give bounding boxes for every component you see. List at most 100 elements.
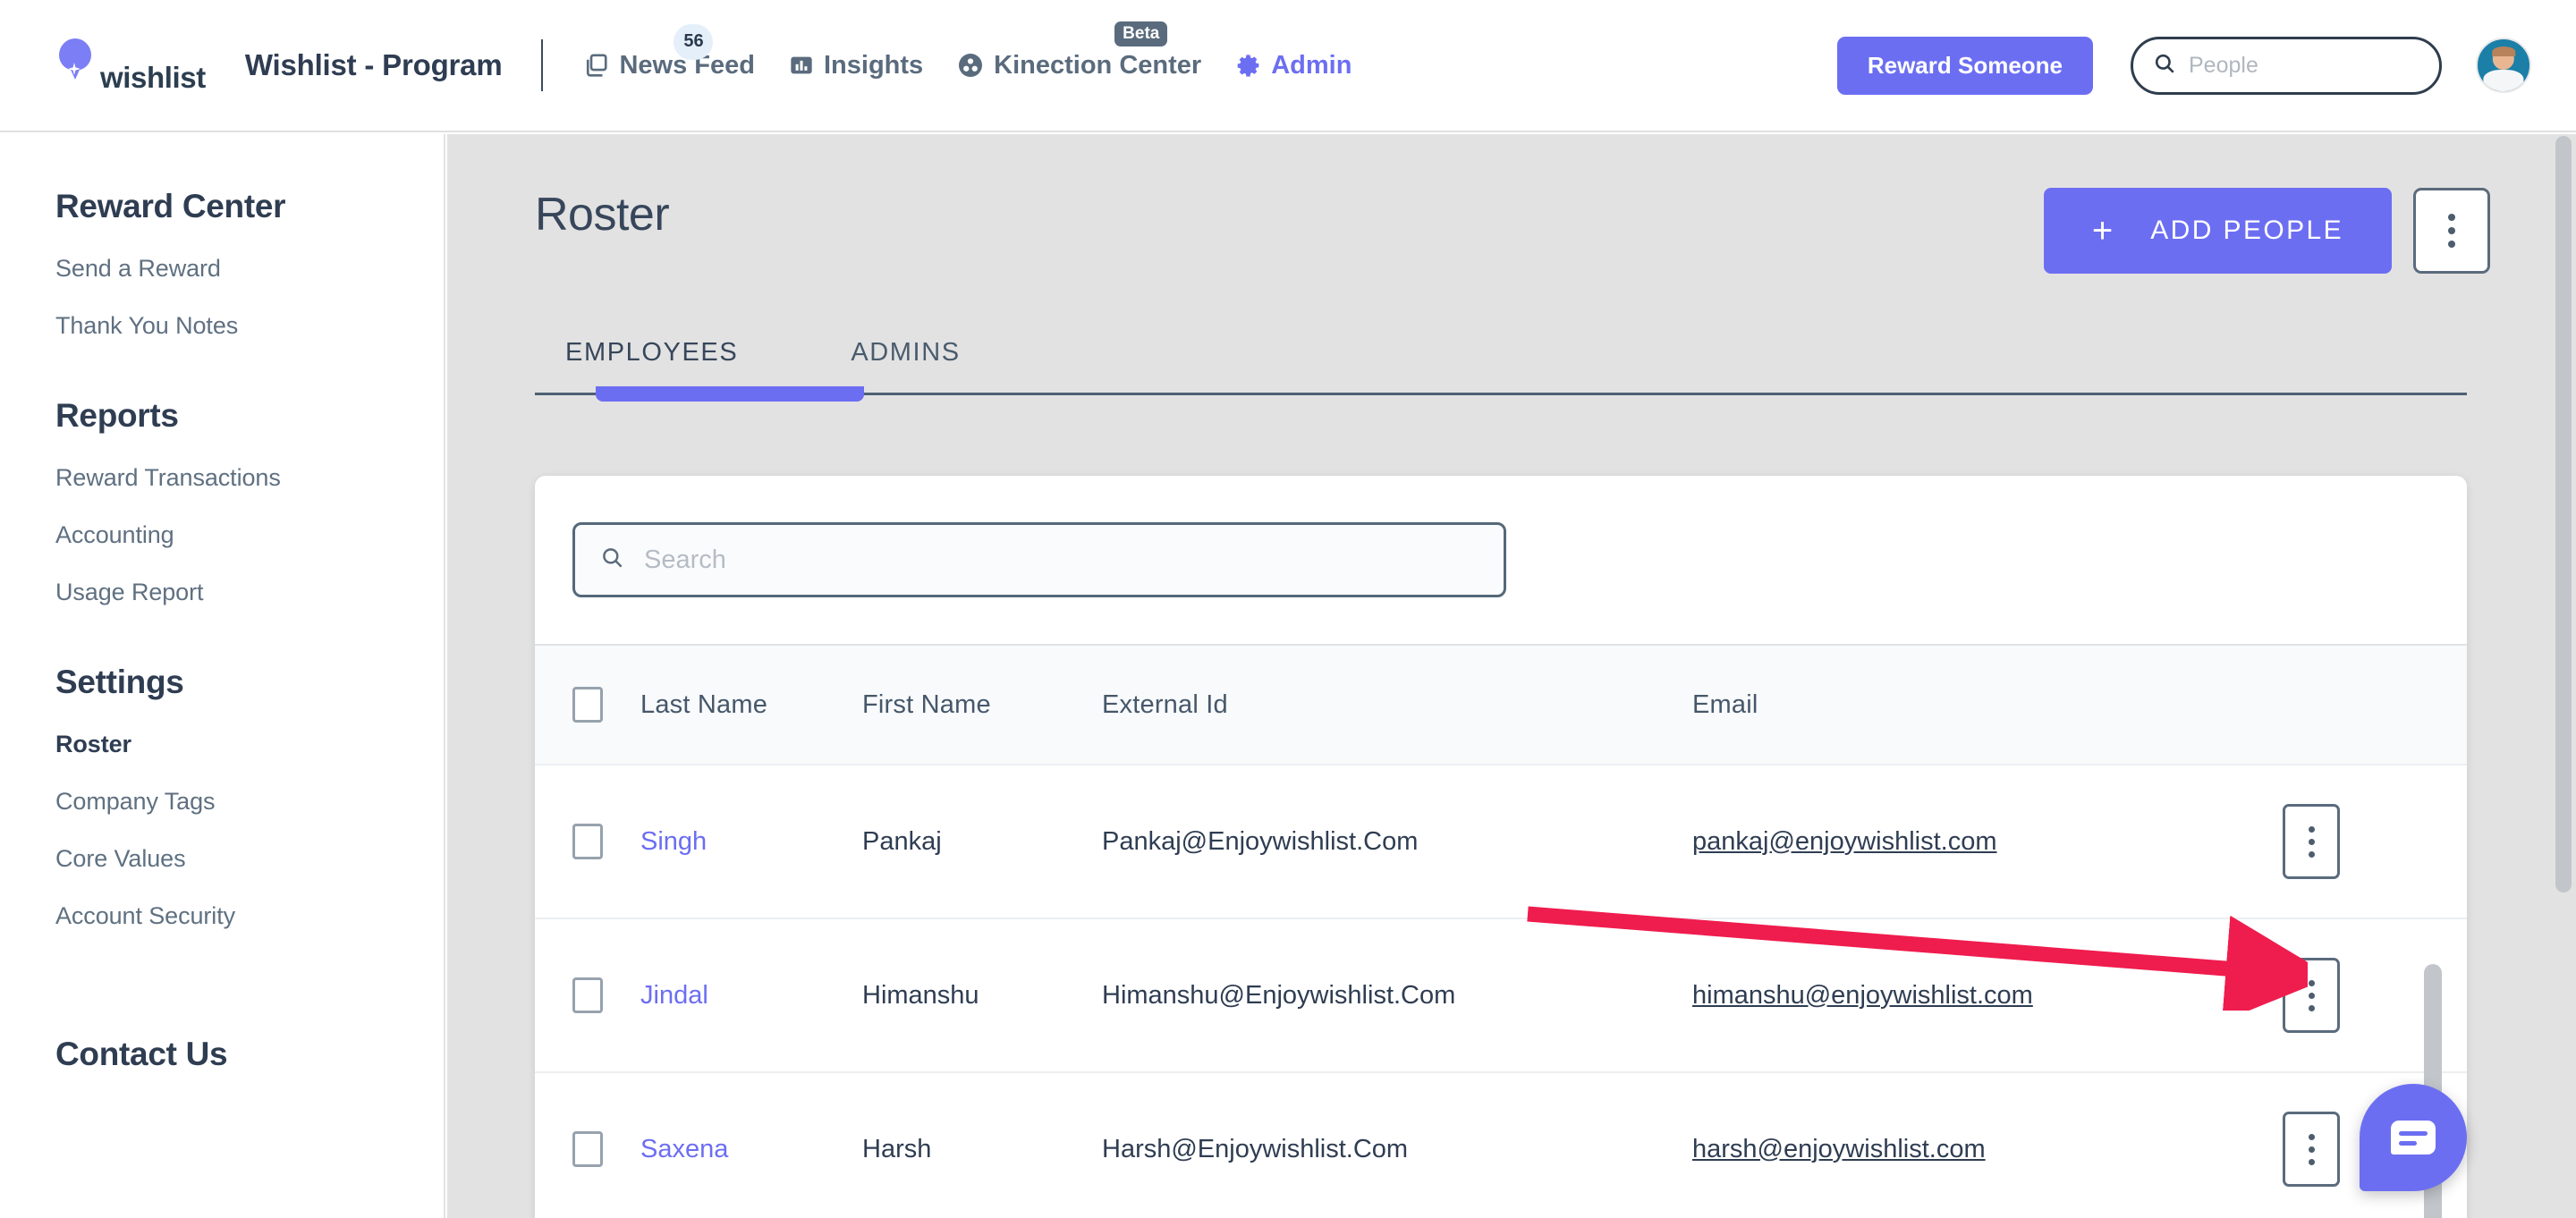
- kebab-dot-icon: [2448, 227, 2455, 234]
- kebab-dot-icon: [2448, 241, 2455, 248]
- chat-bubble-icon: [2391, 1121, 2436, 1155]
- people-circle-icon: [957, 52, 984, 79]
- nav-divider: [541, 39, 544, 91]
- tab-employees[interactable]: EMPLOYEES: [535, 338, 768, 393]
- table-row[interactable]: Saxena Harsh Harsh@Enjoywishlist.Com har…: [535, 1072, 2467, 1218]
- wishlist-logo-icon: [52, 38, 98, 92]
- email-link[interactable]: himanshu@enjoywishlist.com: [1692, 981, 2033, 1010]
- top-navigation-bar: wishlist Wishlist - Program News Feed 56: [0, 0, 2576, 132]
- sidebar-item-send-a-reward[interactable]: Send a Reward: [55, 255, 444, 283]
- nav-item-insights[interactable]: Insights: [789, 51, 923, 80]
- bar-chart-icon: [789, 53, 814, 78]
- row-checkbox[interactable]: [572, 1131, 603, 1167]
- sidebar-item-account-security[interactable]: Account Security: [55, 902, 444, 930]
- roster-search-input[interactable]: [644, 545, 1479, 575]
- copy-stack-icon: [582, 52, 609, 79]
- cell-first-name: Harsh: [862, 1072, 1102, 1218]
- table-header-row: Last Name First Name External Id Email: [535, 644, 2467, 765]
- sidebar-heading-contact-us[interactable]: Contact Us: [55, 1036, 444, 1073]
- row-checkbox[interactable]: [572, 977, 603, 1013]
- kebab-dot-icon: [2308, 838, 2315, 845]
- roster-search-area: [535, 476, 2467, 644]
- kebab-dot-icon: [2308, 825, 2315, 833]
- nav-item-admin[interactable]: Admin: [1235, 51, 1352, 80]
- brand-block[interactable]: wishlist: [52, 36, 206, 95]
- email-link[interactable]: harsh@enjoywishlist.com: [1692, 1135, 1986, 1163]
- row-overflow-menu-button-highlighted[interactable]: [2283, 958, 2340, 1033]
- people-search-input[interactable]: [2189, 52, 2419, 79]
- sidebar: Reward Center Send a Reward Thank You No…: [0, 134, 445, 1218]
- tab-active-indicator: [596, 386, 864, 402]
- main-content: Roster + ADD PEOPLE EMPLOYEES ADMINS Sea…: [447, 134, 2555, 1218]
- row-overflow-menu-button[interactable]: [2283, 1112, 2340, 1187]
- email-link[interactable]: pankaj@enjoywishlist.com: [1692, 827, 1997, 856]
- sidebar-item-reward-transactions[interactable]: Reward Transactions: [55, 464, 444, 492]
- nav-item-news-feed[interactable]: News Feed 56: [582, 23, 755, 80]
- add-people-button[interactable]: + ADD PEOPLE: [2043, 188, 2392, 274]
- kebab-dot-icon: [2308, 1004, 2315, 1011]
- row-select-cell: [535, 1072, 640, 1218]
- row-select-cell: [535, 765, 640, 919]
- kebab-dot-icon: [2308, 1133, 2315, 1140]
- row-checkbox[interactable]: [572, 824, 603, 859]
- page-title: Roster: [535, 189, 670, 241]
- kebab-dot-icon: [2448, 214, 2455, 221]
- select-all-checkbox[interactable]: [572, 687, 603, 723]
- cell-last-name: Saxena: [640, 1072, 862, 1218]
- roster-tabs: EMPLOYEES ADMINS: [535, 338, 2467, 402]
- nav-label-admin: Admin: [1271, 50, 1352, 80]
- nav-item-kinection-center[interactable]: Kinection Center Beta: [957, 21, 1201, 80]
- beta-badge: Beta: [1114, 21, 1168, 47]
- sidebar-heading-reward-center: Reward Center: [55, 188, 286, 224]
- primary-nav-links: News Feed 56 Insights Kinection Center B…: [582, 21, 1385, 80]
- tab-admins[interactable]: ADMINS: [820, 338, 990, 393]
- sidebar-heading-settings: Settings: [55, 664, 184, 700]
- sidebar-heading-reports: Reports: [55, 397, 179, 434]
- sidebar-item-company-tags[interactable]: Company Tags: [55, 788, 444, 816]
- roster-search-box[interactable]: [572, 522, 1506, 597]
- kebab-dot-icon: [2308, 850, 2315, 858]
- search-icon: [2153, 52, 2176, 80]
- sidebar-item-core-values[interactable]: Core Values: [55, 845, 444, 873]
- cell-external-id: Harsh@Enjoywishlist.Com: [1102, 1072, 1692, 1218]
- page-overflow-menu-button[interactable]: [2413, 188, 2490, 274]
- row-select-cell: [535, 918, 640, 1073]
- chat-launcher-button[interactable]: [2360, 1084, 2467, 1191]
- add-people-label: ADD PEOPLE: [2150, 216, 2343, 245]
- page-header: Roster + ADD PEOPLE: [447, 134, 2555, 274]
- people-search-box[interactable]: [2131, 36, 2442, 95]
- nav-right-cluster: Reward Someone: [1836, 36, 2531, 95]
- column-header-last-name[interactable]: Last Name: [640, 644, 862, 765]
- table-row[interactable]: Singh Pankaj Pankaj@Enjoywishlist.Com pa…: [535, 765, 2467, 919]
- sidebar-item-usage-report[interactable]: Usage Report: [55, 579, 444, 606]
- plus-icon: +: [2091, 210, 2114, 250]
- column-header-first-name[interactable]: First Name: [862, 644, 1102, 765]
- app-title: Wishlist - Program: [244, 48, 503, 81]
- table-row[interactable]: Jindal Himanshu Himanshu@Enjoywishlist.C…: [535, 918, 2467, 1073]
- cell-row-actions: [2283, 765, 2467, 919]
- roster-table-head: Last Name First Name External Id Email: [535, 644, 2467, 765]
- last-name-link[interactable]: Saxena: [640, 1135, 728, 1163]
- nav-label-insights: Insights: [823, 50, 924, 80]
- roster-table: Last Name First Name External Id Email S…: [535, 644, 2467, 1218]
- row-overflow-menu-button[interactable]: [2283, 804, 2340, 879]
- page-header-actions: + ADD PEOPLE: [2043, 188, 2490, 274]
- kebab-dot-icon: [2308, 1146, 2315, 1153]
- last-name-link[interactable]: Jindal: [640, 981, 708, 1010]
- kebab-dot-icon: [2308, 992, 2315, 999]
- cell-external-id: Himanshu@Enjoywishlist.Com: [1102, 918, 1692, 1073]
- sidebar-item-roster[interactable]: Roster: [55, 731, 444, 758]
- reward-someone-button[interactable]: Reward Someone: [1836, 36, 2093, 95]
- avatar[interactable]: [2476, 38, 2531, 93]
- cell-last-name: Jindal: [640, 918, 862, 1073]
- last-name-link[interactable]: Singh: [640, 827, 707, 856]
- sidebar-item-thank-you-notes[interactable]: Thank You Notes: [55, 312, 444, 340]
- column-header-email[interactable]: Email: [1692, 644, 2283, 765]
- roster-card: Last Name First Name External Id Email S…: [535, 476, 2467, 1218]
- cell-email: himanshu@enjoywishlist.com: [1692, 918, 2283, 1073]
- kebab-dot-icon: [2308, 979, 2315, 986]
- column-header-external-id[interactable]: External Id: [1102, 644, 1692, 765]
- page-scrollbar-thumb[interactable]: [2555, 136, 2572, 892]
- sidebar-item-accounting[interactable]: Accounting: [55, 521, 444, 549]
- select-all-header: [535, 644, 640, 765]
